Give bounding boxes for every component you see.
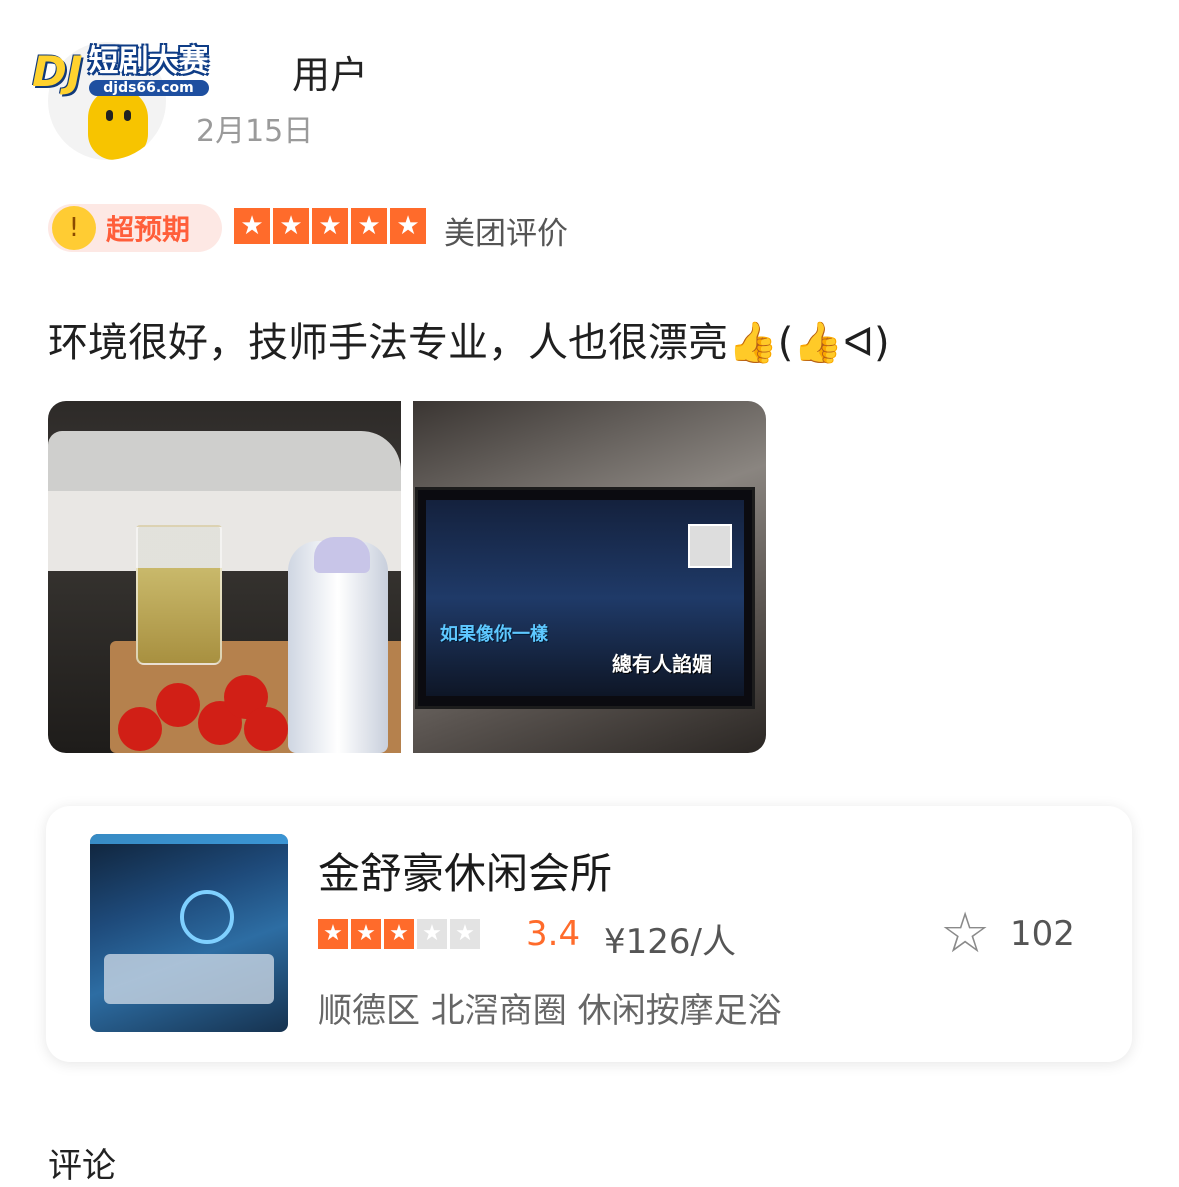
- badge-label: 超预期: [106, 213, 191, 246]
- bottle-cap-shape: [314, 537, 370, 573]
- lyric-line-1: 如果像你一樣: [440, 624, 548, 645]
- star-icon: ★: [390, 208, 426, 244]
- rating-source: 美团评价: [444, 216, 568, 252]
- bed-shape: [104, 954, 274, 1004]
- exceeded-expectations-badge: ! 超预期: [48, 204, 222, 252]
- review-photo-1[interactable]: [48, 401, 401, 753]
- lyric-line-2: 總有人諂媚: [612, 652, 712, 676]
- tomato-shape: [156, 683, 200, 727]
- shop-price: ¥126/人: [604, 922, 736, 962]
- user-name[interactable]: 用户: [292, 44, 368, 99]
- watermark-logo-mark: DJ: [32, 46, 83, 96]
- watermark-logo: DJ 短剧大赛 djds66.com: [32, 36, 290, 106]
- favorite-count: 102: [1010, 914, 1075, 954]
- tomato-shape: [244, 707, 288, 751]
- review-text: 环境很好，技师手法专业，人也很漂亮👍(👍ᐊ): [48, 320, 890, 366]
- favorite-star-icon[interactable]: ☆: [940, 904, 990, 964]
- shop-score: 3.4: [526, 914, 581, 954]
- star-icon: ★: [318, 919, 348, 949]
- ring-decor-shape: [180, 890, 234, 944]
- tv-screen: 如果像你一樣 總有人諂媚: [426, 500, 744, 696]
- watermark-title: 短剧大赛: [88, 44, 209, 79]
- star-icon: ★: [450, 919, 480, 949]
- star-icon: ★: [417, 919, 447, 949]
- star-icon: ★: [384, 919, 414, 949]
- review-star-rating: ★ ★ ★ ★ ★: [234, 208, 426, 244]
- star-icon: ★: [351, 919, 381, 949]
- shop-star-rating: ★ ★ ★ ★ ★: [318, 919, 480, 949]
- review-date: 2月15日: [196, 114, 314, 149]
- star-icon: ★: [351, 208, 387, 244]
- qr-code-icon: [688, 524, 732, 568]
- tv-frame: 如果像你一樣 總有人諂媚: [415, 487, 755, 709]
- tomato-shape: [118, 707, 162, 751]
- shop-thumbnail[interactable]: [90, 834, 288, 1032]
- comments-heading: 评论: [48, 1146, 116, 1186]
- review-photo-2[interactable]: 如果像你一樣 總有人諂媚: [413, 401, 766, 753]
- avatar-eye: [106, 110, 113, 121]
- star-icon: ★: [234, 208, 270, 244]
- surprised-face-icon: !: [52, 206, 96, 250]
- shop-tags: 顺德区 北滘商圈 休闲按摩足浴: [318, 991, 782, 1031]
- star-icon: ★: [312, 208, 348, 244]
- star-icon: ★: [273, 208, 309, 244]
- tea-glass-shape: [136, 525, 222, 665]
- neon-light-shape: [90, 834, 288, 844]
- avatar-eye: [124, 110, 131, 121]
- watermark-url: djds66.com: [88, 80, 209, 96]
- shop-name[interactable]: 金舒豪休闲会所: [318, 840, 612, 901]
